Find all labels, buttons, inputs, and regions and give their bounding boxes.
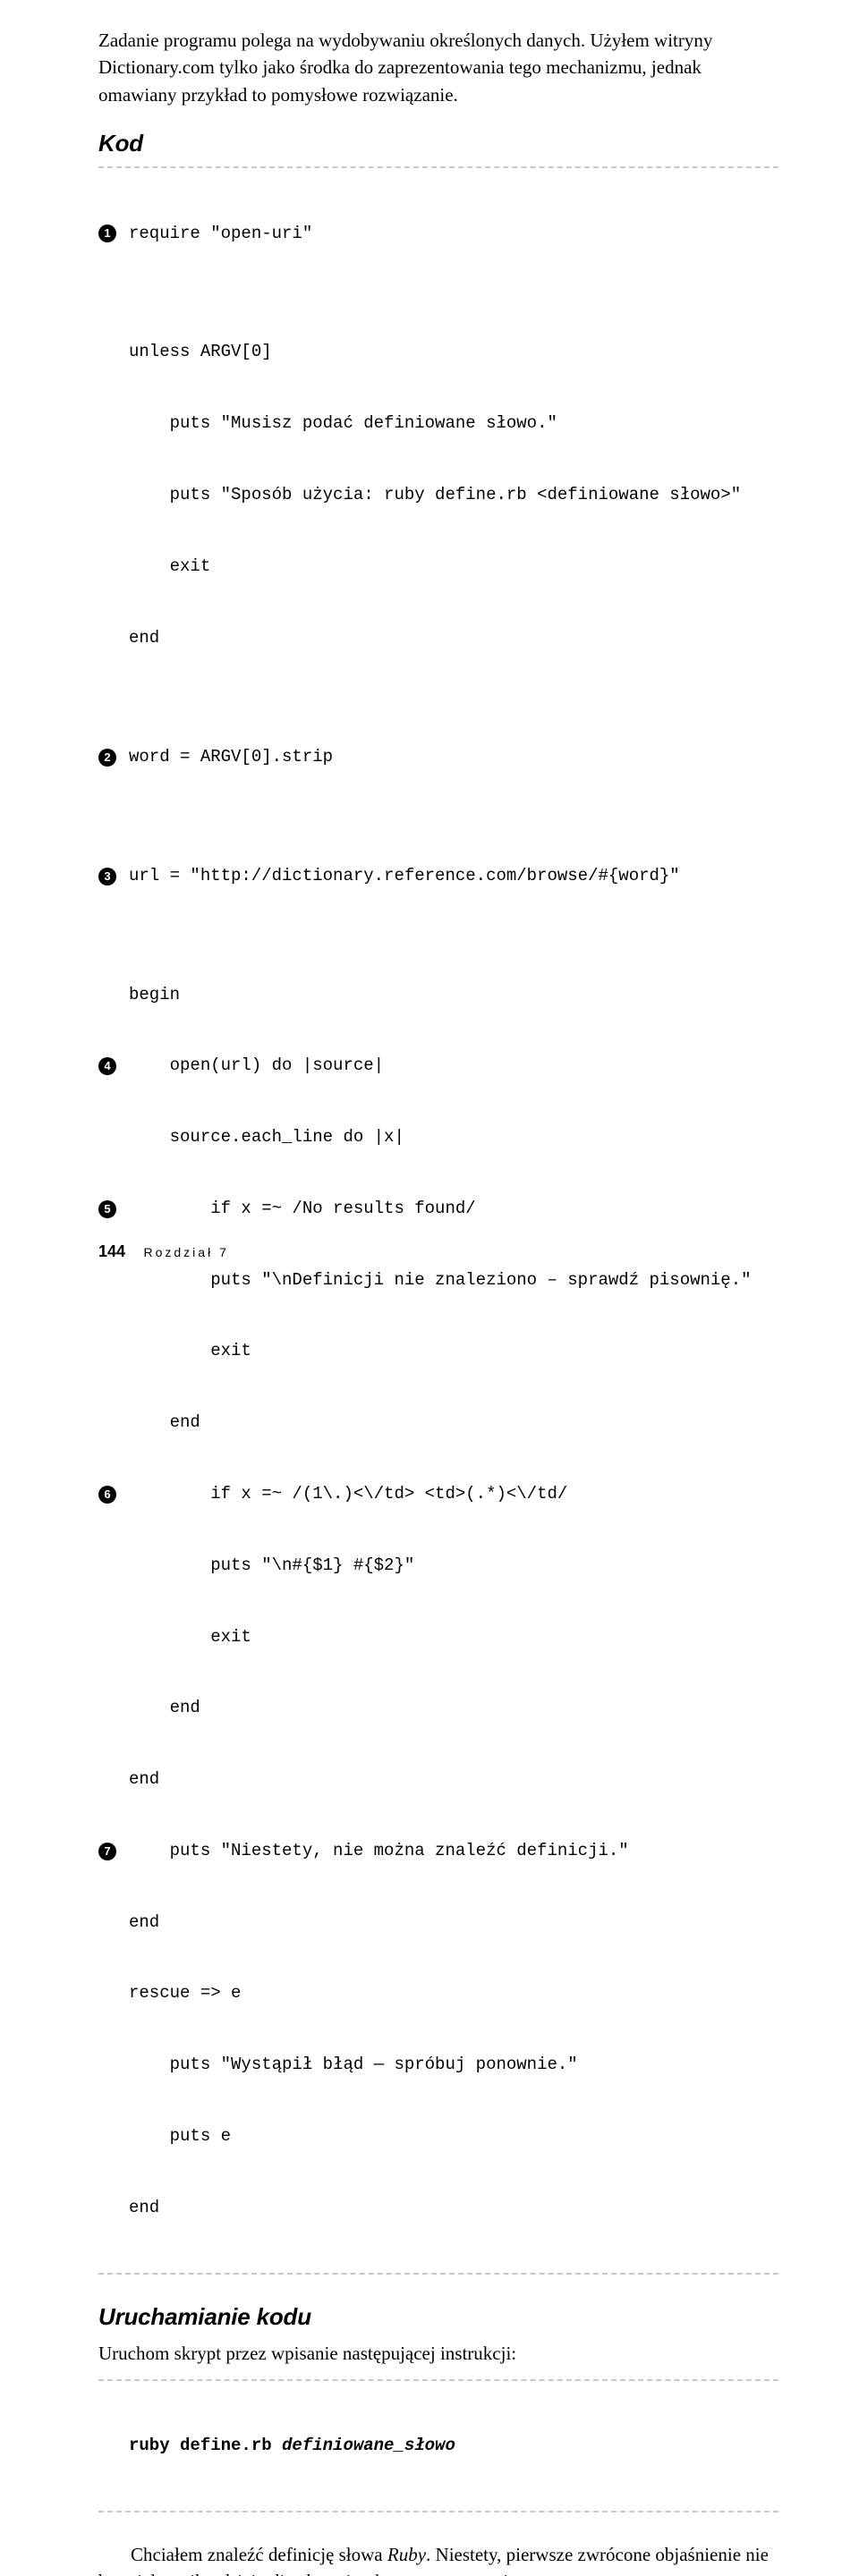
badge-6: 6: [98, 1486, 116, 1504]
code-line: url = "http://dictionary.reference.com/b…: [129, 864, 778, 888]
code-line: puts "Musisz podać definiowane słowo.": [129, 411, 778, 436]
page-number: 144: [98, 1242, 125, 1260]
code-line: end: [129, 2196, 778, 2220]
page-footer: 144 Rozdział 7: [98, 1242, 229, 1261]
closing-text-ruby: Ruby: [387, 2544, 426, 2565]
code-line: puts "Wystąpił błąd — spróbuj ponownie.": [129, 2053, 778, 2077]
code-line: if x =~ /(1\.)<\/td> <td>(.*)<\/td/: [129, 1482, 778, 1506]
heading-uruchamianie: Uruchamianie kodu: [98, 2303, 778, 2331]
code-line: end: [129, 1696, 778, 1720]
badge-1: 1: [98, 225, 116, 242]
code-line: exit: [129, 1625, 778, 1649]
code-line: open(url) do |source|: [129, 1054, 778, 1078]
code-line: require "open-uri": [129, 222, 778, 246]
badge-4: 4: [98, 1057, 116, 1075]
closing-text-a: Chciałem znaleźć definicję słowa: [131, 2544, 387, 2565]
code-listing: 1 require "open-uri" unless ARGV[0] puts …: [98, 174, 778, 2267]
run-cmd-bold: ruby define.rb: [129, 2436, 282, 2455]
code-line: end: [129, 1911, 778, 1935]
intro-paragraph: Zadanie programu polega na wydobywaniu o…: [98, 27, 778, 108]
code-line: exit: [129, 555, 778, 579]
badge-7: 7: [98, 1843, 116, 1860]
chapter-label: Rozdział 7: [144, 1245, 229, 1259]
divider-bottom-cmd: [98, 2511, 778, 2512]
run-cmd-arg: definiowane_słowo: [282, 2436, 455, 2455]
code-line: puts "\n#{$1} #{$2}": [129, 1554, 778, 1578]
code-line: rescue => e: [129, 1981, 778, 2005]
badge-3: 3: [98, 868, 116, 886]
code-line: puts "\nDefinicji nie znaleziono – spraw…: [129, 1268, 778, 1292]
closing-text-e: .: [516, 2571, 521, 2576]
code-line: end: [129, 1411, 778, 1435]
code-line: source.each_line do |x|: [129, 1125, 778, 1149]
badge-2: 2: [98, 749, 116, 767]
code-line: exit: [129, 1339, 778, 1363]
code-line: puts "Niestety, nie można znaleźć defini…: [129, 1839, 778, 1863]
heading-kod: Kod: [98, 130, 778, 157]
code-line: if x =~ /No results found/: [129, 1197, 778, 1221]
run-command: ruby define.rb definiowane_słowo: [98, 2386, 778, 2505]
badge-5: 5: [98, 1200, 116, 1218]
code-line: end: [129, 626, 778, 650]
code-line: puts "Sposób użycia: ruby define.rb <def…: [129, 483, 778, 507]
code-line: unless ARGV[0]: [129, 340, 778, 364]
run-instruction: Uruchom skrypt przez wpisanie następując…: [98, 2340, 778, 2367]
closing-paragraph: Chciałem znaleźć definicję słowa Ruby. N…: [98, 2541, 778, 2576]
divider-bottom-kod: [98, 2273, 778, 2275]
code-line: puts e: [129, 2124, 778, 2148]
closing-text-d: najbardziej odjazdowy języka programowan…: [170, 2571, 517, 2576]
code-line: begin: [129, 983, 778, 1007]
code-line: word = ARGV[0].strip: [129, 745, 778, 769]
code-line: end: [129, 1767, 778, 1792]
divider-top-cmd: [98, 2379, 778, 2381]
divider-top-kod: [98, 166, 778, 168]
